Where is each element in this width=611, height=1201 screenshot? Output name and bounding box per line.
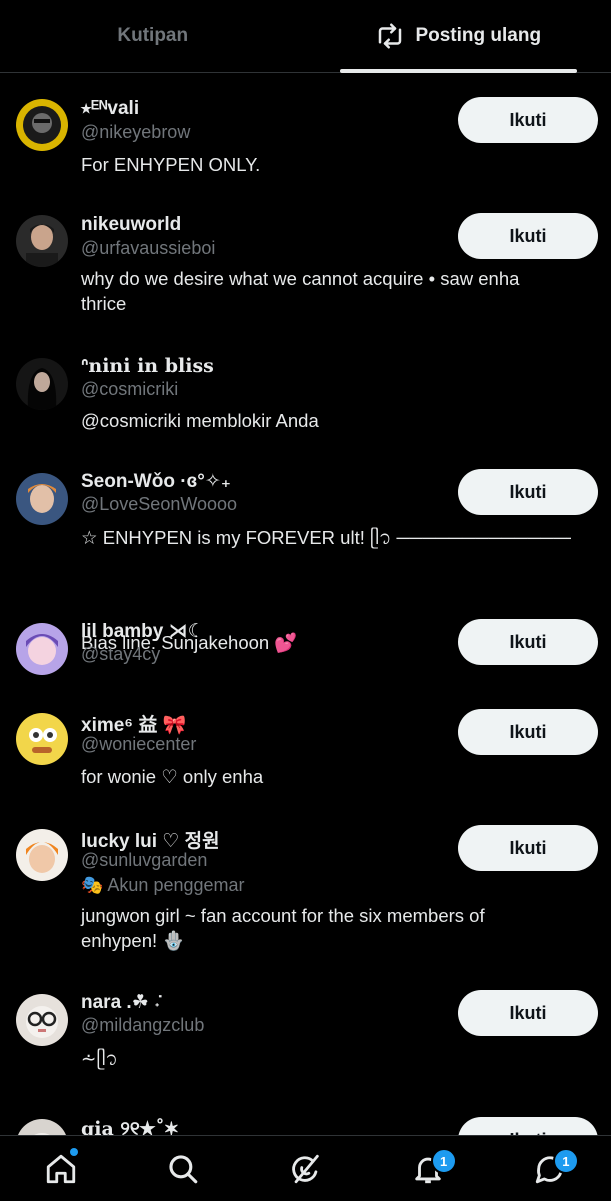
nav-home[interactable] (0, 1136, 122, 1201)
tab-bar: Kutipan Posting ulang (0, 0, 611, 73)
bio: for wonie ♡ only enha (81, 764, 551, 789)
display-name: nikeuworld (81, 214, 181, 236)
display-name: nara .☘︎ ݁˖ (81, 991, 160, 1014)
grok-icon (289, 1152, 323, 1186)
username: @nikeyebrow (81, 122, 190, 143)
username: @mildangzclub (81, 1015, 204, 1036)
username: @stay4cy (81, 644, 160, 665)
messages-badge: 1 (553, 1148, 579, 1174)
tab-quotes-label: Kutipan (117, 25, 188, 47)
nav-search[interactable] (122, 1136, 244, 1201)
username: @cosmicriki (81, 379, 178, 400)
home-icon (44, 1152, 78, 1186)
follow-button[interactable]: Ikuti (458, 990, 598, 1036)
nav-notifications[interactable]: 1 (367, 1136, 489, 1201)
avatar[interactable] (16, 473, 68, 525)
display-name: ⭑ᴱᴺvali (81, 98, 139, 120)
hearts-emoji: 💕 (274, 632, 297, 653)
home-unread-dot (70, 1148, 78, 1156)
avatar[interactable] (16, 1119, 68, 1135)
search-icon (166, 1152, 200, 1186)
follow-button[interactable]: Ikuti (458, 213, 598, 259)
nav-messages[interactable]: 1 (489, 1136, 611, 1201)
bio: ⩪ᥫ᭡ (81, 1046, 551, 1071)
avatar[interactable] (16, 829, 68, 881)
avatar[interactable] (16, 215, 68, 267)
fan-account-label: 🎭 Akun penggemar (81, 875, 245, 896)
tab-quotes[interactable]: Kutipan (0, 0, 306, 72)
display-name: ᐢnini in bliss (81, 355, 214, 377)
notifications-badge: 1 (431, 1148, 457, 1174)
avatar[interactable] (16, 713, 68, 765)
display-name: xime⁶ 益 🎀 (81, 710, 186, 737)
bio: jungwon girl ~ fan account for the six m… (81, 903, 551, 953)
username: @urfavaussieboi (81, 238, 215, 259)
bio: ☆ ENHYPEN is my FOREVER ult! ᥫ᭡ ────────… (81, 525, 571, 550)
display-name: gia ୨୧★˚✶ (81, 1118, 178, 1135)
username: @woniecenter (81, 734, 196, 755)
follow-button[interactable]: Ikuti (458, 709, 598, 755)
display-name: Seon-Wǒo ·ɞ°✧₊ (81, 470, 231, 493)
blocked-notice: @cosmicriki memblokir Anda (81, 408, 551, 433)
avatar[interactable] (16, 358, 68, 410)
avatar[interactable] (16, 99, 68, 151)
username: @sunluvgarden (81, 850, 207, 871)
display-name: lucky lui ♡ 정원 (81, 826, 220, 853)
follow-button[interactable]: Ikuti (458, 825, 598, 871)
follow-button[interactable]: Ikuti (458, 469, 598, 515)
username: @LoveSeonWoooo (81, 494, 237, 515)
user-list: ⭑ᴱᴺvali @nikeyebrow For ENHYPEN ONLY. Ik… (0, 73, 611, 1135)
tab-reposts[interactable]: Posting ulang (306, 0, 611, 72)
nav-grok[interactable] (244, 1136, 366, 1201)
follow-button[interactable]: Ikuti (458, 1117, 598, 1135)
bio: For ENHYPEN ONLY. (81, 152, 551, 177)
bottom-navigation: 1 1 (0, 1135, 611, 1201)
display-name: lil bamby ⋊☾ (81, 620, 205, 643)
tab-reposts-label: Posting ulang (415, 25, 541, 47)
avatar[interactable] (16, 994, 68, 1046)
follow-button[interactable]: Ikuti (458, 619, 598, 665)
bio: why do we desire what we cannot acquire … (81, 266, 551, 316)
repost-icon (375, 21, 405, 51)
follow-button[interactable]: Ikuti (458, 97, 598, 143)
avatar[interactable] (16, 623, 68, 675)
